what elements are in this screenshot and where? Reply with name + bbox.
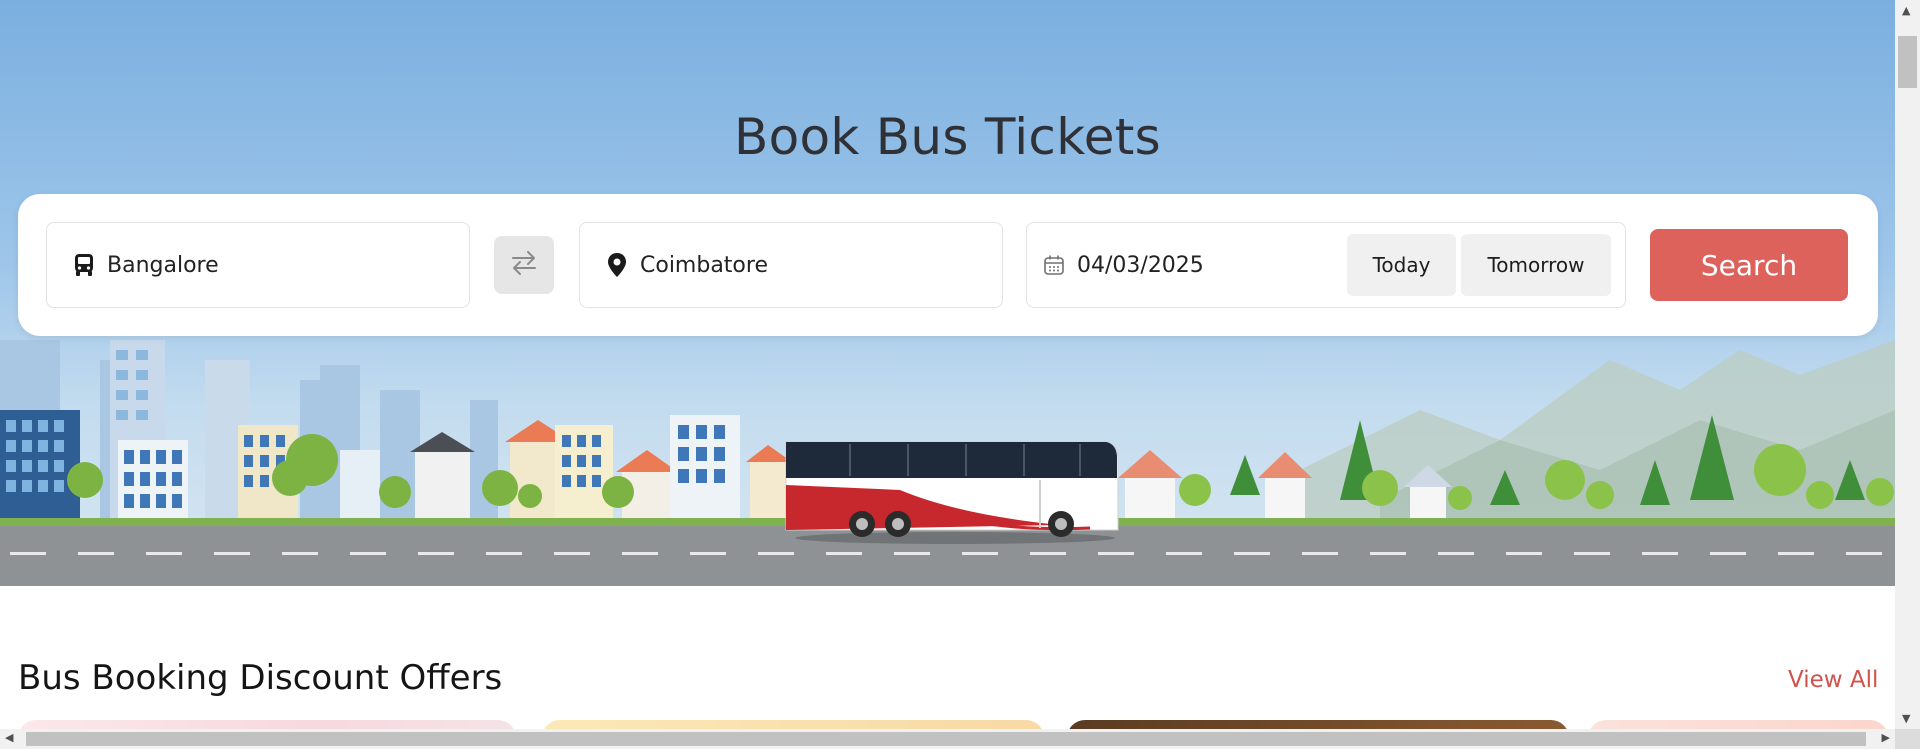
offers-section-title: Bus Booking Discount Offers — [18, 658, 503, 698]
page: Book Bus Tickets Bangalore Coimbatore 04… — [0, 0, 1895, 729]
to-city-field[interactable]: Coimbatore — [579, 222, 1003, 308]
vertical-scroll-thumb[interactable] — [1898, 36, 1917, 88]
from-city-value: Bangalore — [107, 252, 219, 278]
calendar-icon — [1041, 252, 1067, 278]
city-bus-illustration — [0, 340, 1895, 586]
from-city-field[interactable]: Bangalore — [46, 222, 470, 308]
vertical-scrollbar[interactable]: ▲ ▼ — [1895, 0, 1920, 729]
bus-search-form: Bangalore Coimbatore 04/03/2025 Today To… — [18, 194, 1878, 336]
offer-card[interactable] — [542, 720, 1044, 729]
swap-icon — [510, 250, 538, 280]
offer-card[interactable] — [1588, 720, 1888, 729]
tomorrow-button[interactable]: Tomorrow — [1461, 234, 1611, 296]
scroll-down-icon[interactable]: ▼ — [1902, 712, 1910, 725]
travel-date-value: 04/03/2025 — [1077, 252, 1204, 278]
swap-cities-button[interactable] — [494, 236, 554, 294]
scroll-left-icon[interactable]: ◀ — [5, 731, 13, 744]
search-button[interactable]: Search — [1650, 229, 1848, 301]
scrollbar-corner — [1895, 729, 1920, 749]
scroll-up-icon[interactable]: ▲ — [1902, 4, 1910, 17]
offer-card[interactable] — [18, 720, 516, 729]
to-city-value: Coimbatore — [640, 252, 768, 278]
scroll-right-icon[interactable]: ▶ — [1882, 731, 1890, 744]
offer-card[interactable] — [1067, 720, 1569, 729]
bus-graphic — [785, 441, 1119, 544]
today-button[interactable]: Today — [1347, 234, 1456, 296]
horizontal-scrollbar[interactable]: ◀ ▶ — [0, 729, 1895, 749]
view-all-offers-link[interactable]: View All — [1788, 667, 1878, 693]
bus-icon — [71, 252, 97, 278]
page-title: Book Bus Tickets — [733, 108, 1162, 166]
location-pin-icon — [604, 252, 630, 278]
horizontal-scroll-thumb[interactable] — [26, 732, 1866, 746]
